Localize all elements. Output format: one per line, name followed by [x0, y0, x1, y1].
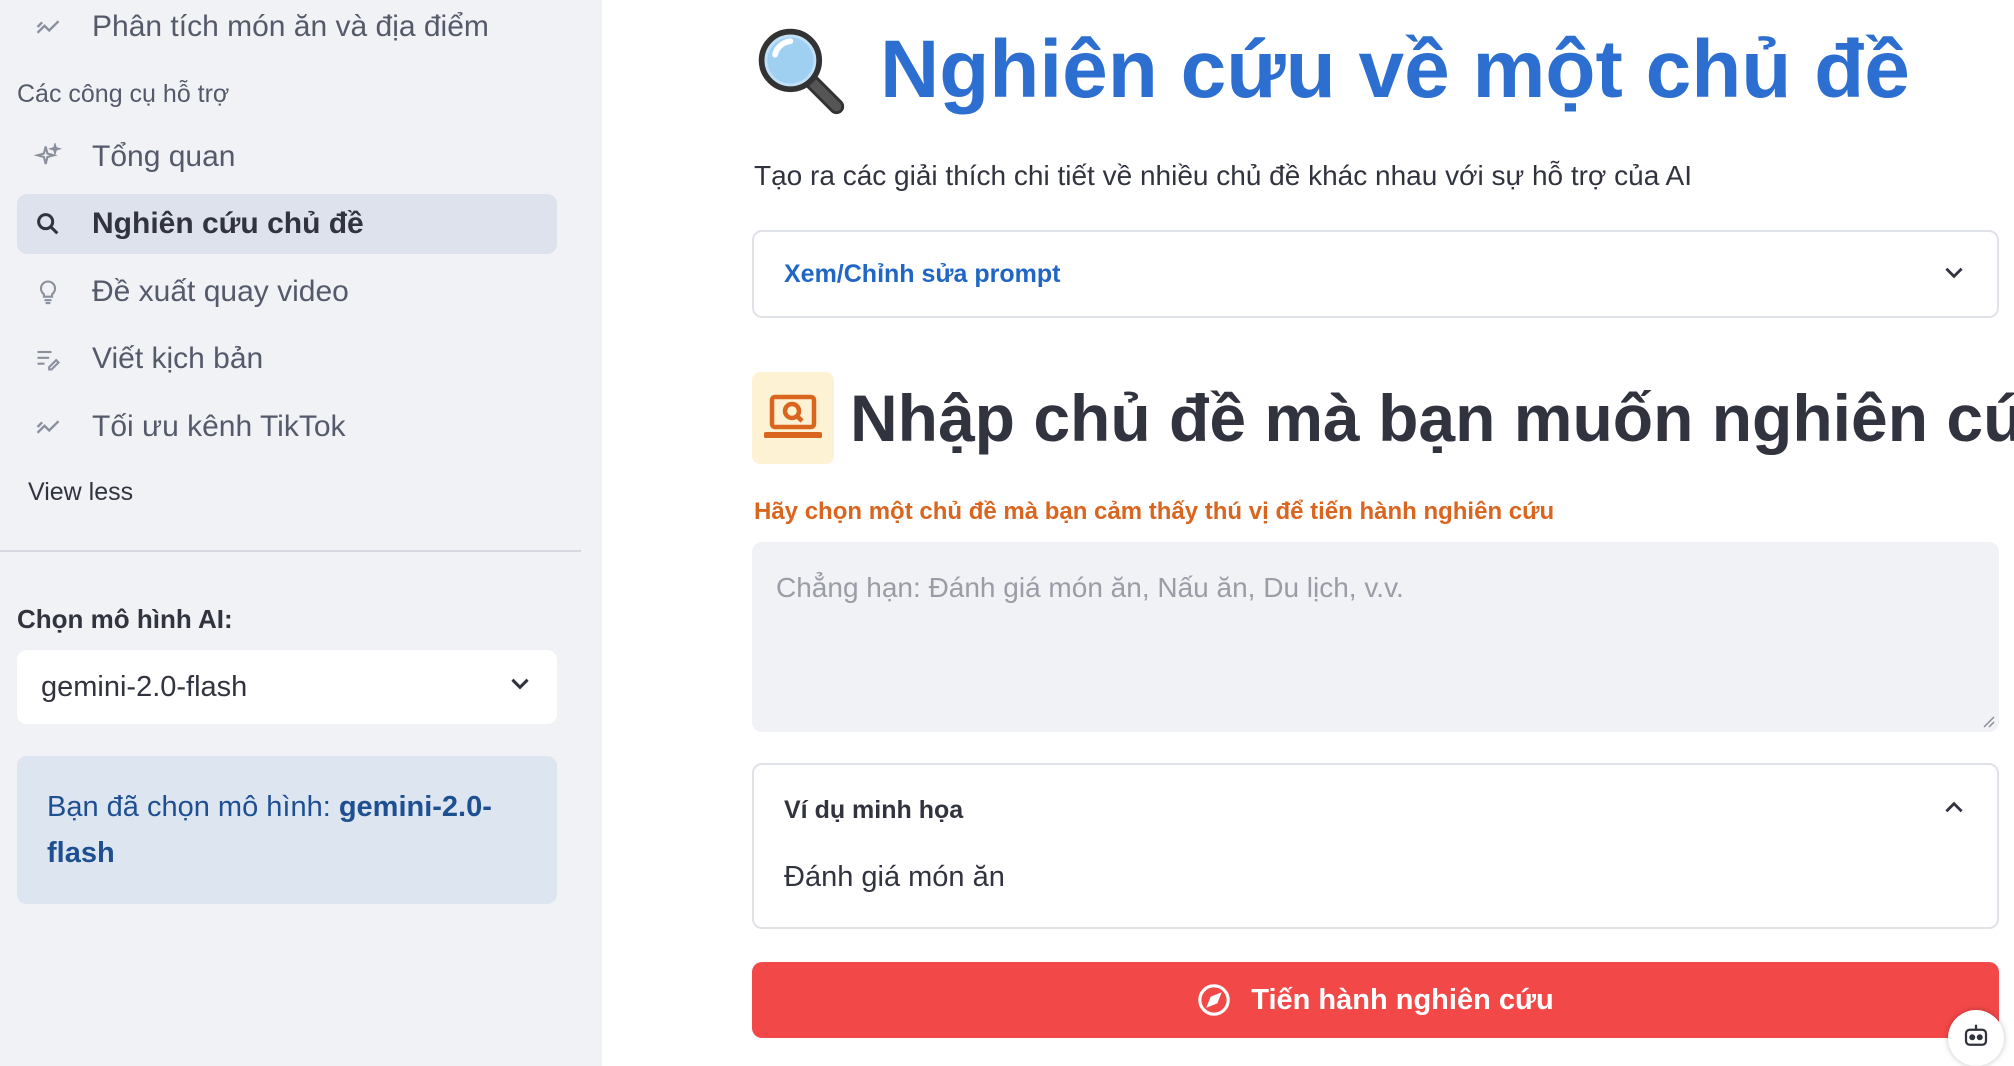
sidebar-item-label: Viết kịch bản	[92, 342, 264, 375]
main-content: Nghiên cứu về một chủ đề Tạo ra các giải…	[602, 0, 2014, 1066]
prompt-expander[interactable]: Xem/Chỉnh sửa prompt	[752, 230, 1999, 318]
view-less-link[interactable]: View less	[28, 478, 133, 507]
page-title: Nghiên cứu về một chủ đề	[752, 22, 1910, 118]
model-select-value: gemini-2.0-flash	[41, 670, 248, 703]
topic-input[interactable]: Chẳng hạn: Đánh giá món ăn, Nấu ăn, Du l…	[752, 542, 1999, 732]
chevron-down-icon	[1941, 259, 1967, 290]
sidebar-item-label: Nghiên cứu chủ đề	[92, 207, 364, 240]
assistant-icon	[1961, 1021, 1991, 1056]
sidebar: Phân tích món ăn và địa điểm Các công cụ…	[0, 0, 602, 1066]
sidebar-item-label: Đề xuất quay video	[92, 275, 349, 308]
page-title-text: Nghiên cứu về một chủ đề	[880, 24, 1910, 115]
sidebar-item-label: Tối ưu kênh TikTok	[92, 410, 346, 443]
model-info-prefix: Bạn đã chọn mô hình:	[47, 791, 339, 823]
page-subtitle: Tạo ra các giải thích chi tiết về nhiều …	[754, 160, 1692, 191]
sidebar-section-label: Các công cụ hỗ trợ	[17, 80, 230, 108]
edit-note-icon	[31, 342, 65, 376]
assistant-fab[interactable]	[1948, 1010, 2004, 1066]
sidebar-divider	[0, 550, 581, 552]
resize-grip-icon[interactable]	[1981, 714, 1995, 728]
sidebar-item-video-ideas[interactable]: Đề xuất quay video	[17, 262, 557, 322]
sidebar-item-topic-research[interactable]: Nghiên cứu chủ đề	[17, 194, 557, 254]
lightbulb-icon	[31, 275, 65, 309]
research-submit-label: Tiến hành nghiên cứu	[1251, 983, 1554, 1016]
example-expander-header[interactable]: Ví dụ minh họa	[784, 793, 1967, 827]
magnifier-icon	[758, 28, 845, 115]
example-text: Đánh giá món ăn	[784, 861, 1005, 893]
sidebar-item-overview[interactable]: Tổng quan	[17, 127, 557, 187]
prompt-expander-label: Xem/Chỉnh sửa prompt	[784, 259, 1061, 288]
chevron-up-icon	[1941, 795, 1967, 826]
sidebar-item-script-writing[interactable]: Viết kịch bản	[17, 329, 557, 389]
search-icon	[31, 207, 65, 241]
topic-hint: Hãy chọn một chủ đề mà bạn cảm thấy thú …	[754, 498, 1555, 525]
chevron-down-icon	[507, 670, 533, 704]
model-info-box: Bạn đã chọn mô hình: gemini-2.0-flash	[17, 756, 557, 904]
sidebar-item-label: Tổng quan	[92, 140, 236, 173]
laptop-search-icon	[752, 372, 834, 464]
example-expander-label: Ví dụ minh họa	[784, 795, 964, 824]
research-submit-button[interactable]: Tiến hành nghiên cứu	[752, 962, 1999, 1038]
sidebar-item-food-analysis[interactable]: Phân tích món ăn và địa điểm	[17, 0, 557, 57]
compass-icon	[1198, 984, 1231, 1016]
trend-icon	[31, 10, 65, 44]
sparkle-icon	[31, 140, 65, 174]
example-expander: Ví dụ minh họa Đánh giá món ăn	[752, 763, 1999, 929]
sidebar-item-label: Phân tích món ăn và địa điểm	[92, 10, 489, 43]
topic-input-placeholder: Chẳng hạn: Đánh giá món ăn, Nấu ăn, Du l…	[776, 572, 1404, 603]
sidebar-item-tiktok-optimize[interactable]: Tối ưu kênh TikTok	[17, 397, 557, 457]
model-select-label: Chọn mô hình AI:	[17, 604, 233, 634]
trend-icon	[31, 410, 65, 444]
section-title-text: Nhập chủ đề mà bạn muốn nghiên cứu	[850, 381, 2014, 455]
model-select[interactable]: gemini-2.0-flash	[17, 650, 557, 724]
section-title: Nhập chủ đề mà bạn muốn nghiên cứu	[752, 372, 2014, 464]
